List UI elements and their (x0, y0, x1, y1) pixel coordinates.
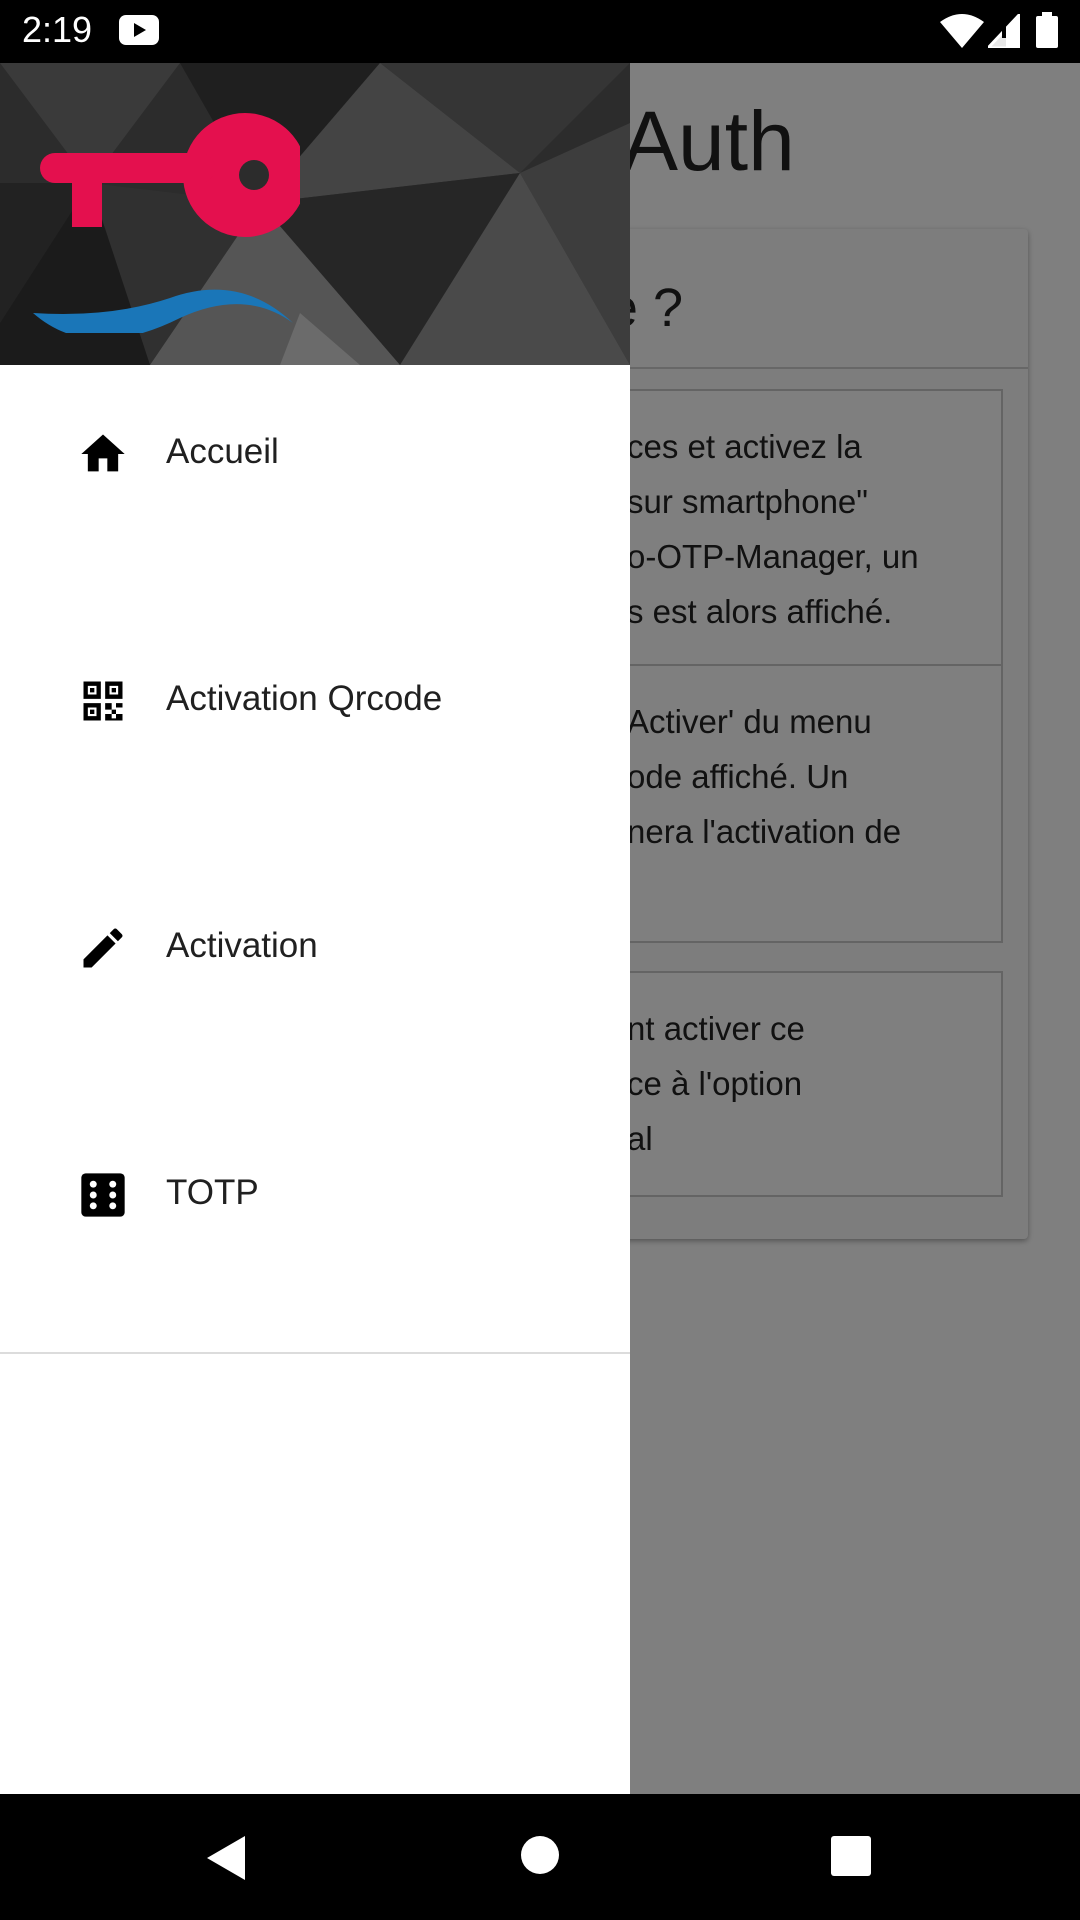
recents-icon[interactable] (831, 1836, 871, 1876)
drawer-item-activation-qrcode[interactable]: Activation Qrcode (0, 599, 630, 799)
drawer-divider (0, 1352, 630, 1354)
drawer-header (0, 63, 630, 365)
navigation-drawer: Accueil Activation Qrcode Activation TOT… (0, 63, 630, 1794)
system-nav-bar (0, 1794, 1080, 1920)
status-time: 2:19 (22, 9, 93, 50)
drawer-item-activation[interactable]: Activation (0, 846, 630, 1046)
key-logo (33, 113, 300, 333)
drawer-item-accueil[interactable]: Accueil (0, 352, 630, 552)
drawer-item-label: Activation (166, 926, 318, 965)
youtube-icon (119, 15, 159, 45)
dice-icon (81, 1173, 125, 1217)
drawer-item-label: Accueil (166, 432, 279, 471)
back-icon[interactable] (207, 1836, 245, 1880)
pencil-icon (83, 928, 123, 968)
status-bar: 2:19 (0, 0, 1080, 63)
qrcode-icon (83, 681, 123, 721)
drawer-item-label: TOTP (166, 1173, 259, 1212)
drawer-item-totp[interactable]: TOTP (0, 1093, 630, 1293)
home-circle-icon[interactable] (521, 1836, 559, 1874)
wifi-icon (940, 14, 984, 48)
drawer-item-label: Activation Qrcode (166, 679, 443, 718)
battery-icon (1036, 12, 1058, 48)
home-icon (81, 434, 125, 472)
cell-signal-icon (988, 14, 1020, 48)
